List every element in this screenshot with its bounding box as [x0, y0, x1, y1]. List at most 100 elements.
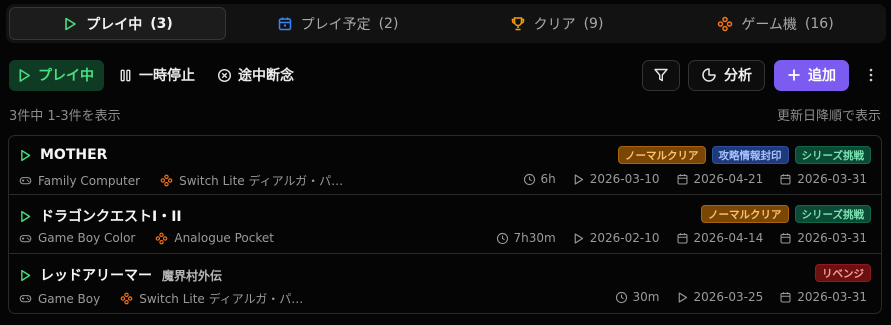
more-vertical-icon	[869, 68, 873, 82]
play-icon	[574, 173, 583, 185]
started-date: 2026-03-25	[693, 290, 764, 304]
plus-icon	[788, 69, 800, 81]
tab-planned[interactable]: プレイ予定 (2)	[230, 7, 445, 40]
tab-label: プレイ予定	[300, 16, 371, 33]
stats-label: 分析	[724, 68, 752, 84]
stats-button[interactable]: 分析	[688, 59, 765, 91]
started-date: 2026-02-10	[589, 231, 660, 245]
playtime-value: 6h	[540, 172, 556, 186]
item-meta-left: Game Boy Color Analogue Pocket	[19, 231, 274, 245]
sort-order: 更新日降順で表示	[776, 109, 881, 124]
tab-label: クリア	[533, 16, 576, 33]
updated-date: 2026-04-21	[693, 172, 764, 186]
created-date: 2026-03-31	[797, 172, 867, 186]
badge-series: シリーズ挑戦	[794, 146, 871, 164]
badge-clear: ノーマルクリア	[701, 205, 789, 223]
filter-button[interactable]	[642, 59, 680, 91]
play-icon	[21, 269, 31, 281]
add-button[interactable]: 追加	[774, 59, 849, 91]
tab-count: (9)	[583, 15, 604, 32]
item-title-row: MOTHER	[19, 147, 107, 163]
calendar-icon	[780, 232, 791, 243]
item-created: 2026-03-31	[779, 231, 867, 245]
device-icon	[120, 292, 133, 305]
item-badges: ノーマルクリア シリーズ挑戦	[701, 205, 871, 223]
calendar-icon	[677, 232, 687, 243]
item-device: Switch Lite ディアルガ・パ…	[179, 174, 344, 188]
list-item[interactable]: ドラゴンクエストI・II ノーマルクリア シリーズ挑戦 Game Boy Col…	[9, 195, 881, 254]
item-playtime: 30m	[615, 290, 660, 304]
created-date: 2026-03-31	[797, 231, 867, 245]
add-label: 追加	[808, 68, 836, 84]
item-title: MOTHER	[40, 147, 108, 163]
more-button[interactable]	[861, 60, 881, 91]
list-item[interactable]: MOTHER ノーマルクリア 攻略情報封印 シリーズ挑戦 Family Comp…	[9, 136, 881, 195]
item-subtitle: 魔界村外伝	[162, 268, 223, 283]
playtime-value: 7h30m	[513, 231, 556, 245]
item-platform: Game Boy Color	[38, 231, 136, 245]
play-icon	[19, 68, 30, 82]
item-platform: Game Boy	[38, 291, 101, 306]
calendar-icon	[780, 173, 791, 184]
tab-label: プレイ中	[86, 16, 143, 33]
started-date: 2026-03-10	[589, 172, 660, 186]
gamepad-icon	[19, 234, 32, 242]
result-count: 3件中 1-3件を表示	[9, 109, 121, 124]
item-title: レッドアリーマー	[40, 268, 152, 284]
tab-cleared[interactable]: クリア (9)	[449, 7, 664, 40]
play-icon	[678, 291, 687, 303]
item-device: Analogue Pocket	[174, 231, 274, 245]
gamepad-icon	[718, 16, 733, 31]
item-started: 2026-03-25	[676, 290, 764, 304]
toolbar: プレイ中 一時停止 途中断念 分析 追加	[9, 59, 881, 91]
item-title-row: ドラゴンクエストI・II	[19, 206, 182, 226]
play-icon	[21, 210, 31, 222]
trophy-icon	[511, 16, 524, 30]
pause-icon	[120, 69, 131, 81]
badge-series: シリーズ挑戦	[794, 205, 871, 223]
tab-playing[interactable]: プレイ中 (3)	[9, 7, 226, 40]
tab-consoles[interactable]: ゲーム機 (16)	[668, 7, 883, 40]
item-started: 2026-02-10	[572, 231, 660, 245]
item-meta-right: 30m 2026-03-25 2026-03-31	[605, 290, 867, 304]
item-badges: ノーマルクリア 攻略情報封印 シリーズ挑戦	[618, 146, 871, 164]
gamepad-icon	[19, 295, 32, 303]
clock-icon	[523, 173, 535, 185]
gamepad-icon	[19, 177, 32, 185]
item-title: ドラゴンクエストI・II	[40, 209, 182, 225]
item-updated: 2026-04-14	[676, 231, 764, 245]
item-playtime: 7h30m	[496, 231, 556, 245]
tab-count: (3)	[150, 15, 173, 32]
filter-playing[interactable]: プレイ中	[9, 59, 104, 91]
item-platform: Family Computer	[38, 173, 141, 188]
item-meta-right: 6h 2026-03-10 2026-04-21 2026-03-31	[513, 172, 867, 186]
calendar-icon	[677, 173, 687, 184]
item-created: 2026-03-31	[779, 290, 867, 304]
playtime-value: 30m	[632, 290, 660, 304]
updated-date: 2026-04-14	[693, 231, 764, 245]
clock-icon	[615, 291, 627, 303]
filter-label: 途中断念	[238, 68, 294, 84]
created-date: 2026-03-31	[797, 290, 867, 304]
item-created: 2026-03-31	[779, 172, 867, 186]
item-meta-left: Family Computer Switch Lite ディアルガ・パ…	[19, 172, 343, 189]
filter-abandoned[interactable]: 途中断念	[209, 60, 302, 91]
item-device: Switch Lite ディアルガ・パ…	[139, 292, 304, 306]
badge-no-guide: 攻略情報封印	[711, 146, 789, 164]
filter-paused[interactable]: 一時停止	[110, 60, 203, 91]
status-tabs: プレイ中 (3) プレイ予定 (2) クリア (9) ゲーム機 (16)	[6, 4, 886, 43]
item-updated: 2026-04-21	[676, 172, 764, 186]
filter-label: 一時停止	[139, 68, 195, 84]
device-icon	[156, 232, 168, 244]
play-icon	[65, 17, 77, 30]
filter-label: プレイ中	[38, 68, 94, 84]
tab-count: (16)	[804, 15, 834, 32]
item-meta-right: 7h30m 2026-02-10 2026-04-14 2026-03-31	[486, 231, 867, 245]
tab-count: (2)	[378, 15, 399, 32]
calendar-icon	[780, 291, 791, 302]
pie-chart-icon	[702, 68, 716, 82]
list-item[interactable]: レッドアリーマー 魔界村外伝 リベンジ Game Boy Switch Lite…	[9, 254, 881, 313]
play-icon	[21, 149, 31, 161]
funnel-icon	[654, 68, 668, 82]
calendar-icon	[278, 17, 291, 30]
